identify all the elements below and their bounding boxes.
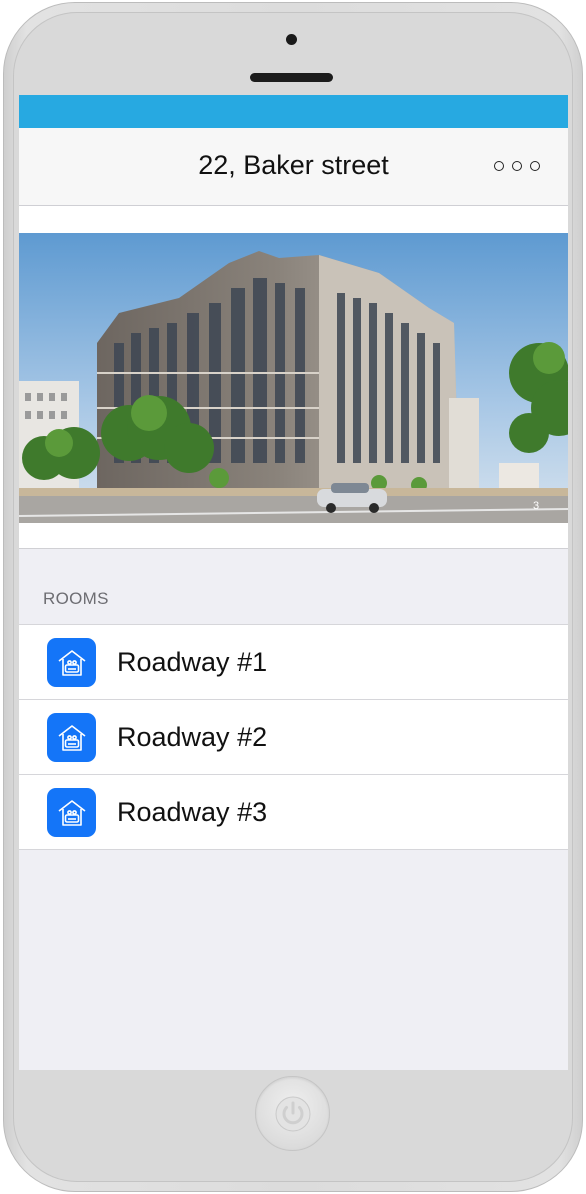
house-sofa-icon (47, 713, 96, 762)
building-photo[interactable]: 3 (19, 233, 568, 523)
room-label: Roadway #2 (117, 722, 268, 752)
rooms-list: Roadway #1 Roadway #2 Roadway #3 (19, 624, 568, 850)
room-label: Roadway #3 (117, 797, 268, 827)
room-item-1[interactable]: Roadway #1 (19, 625, 568, 700)
power-icon (275, 1096, 311, 1132)
room-item-3[interactable]: Roadway #3 (19, 775, 568, 850)
more-options-icon[interactable] (494, 161, 540, 171)
room-label: Roadway #1 (117, 647, 268, 677)
home-button[interactable] (255, 1076, 330, 1151)
hero-page-indicator: 3 (533, 500, 539, 512)
room-item-2[interactable]: Roadway #2 (19, 700, 568, 775)
navigation-bar: 22, Baker street (19, 128, 568, 206)
earpiece-speaker (250, 73, 333, 82)
status-bar (19, 95, 568, 128)
rooms-section-title: ROOMS (43, 589, 109, 608)
app-screen: 22, Baker street 3 ROOMS Roadway #1 Road… (19, 95, 568, 1070)
front-camera (286, 34, 297, 45)
hero-section: 3 (19, 206, 568, 549)
house-sofa-icon (47, 788, 96, 837)
page-title: 22, Baker street (198, 150, 389, 180)
house-sofa-icon (47, 638, 96, 687)
